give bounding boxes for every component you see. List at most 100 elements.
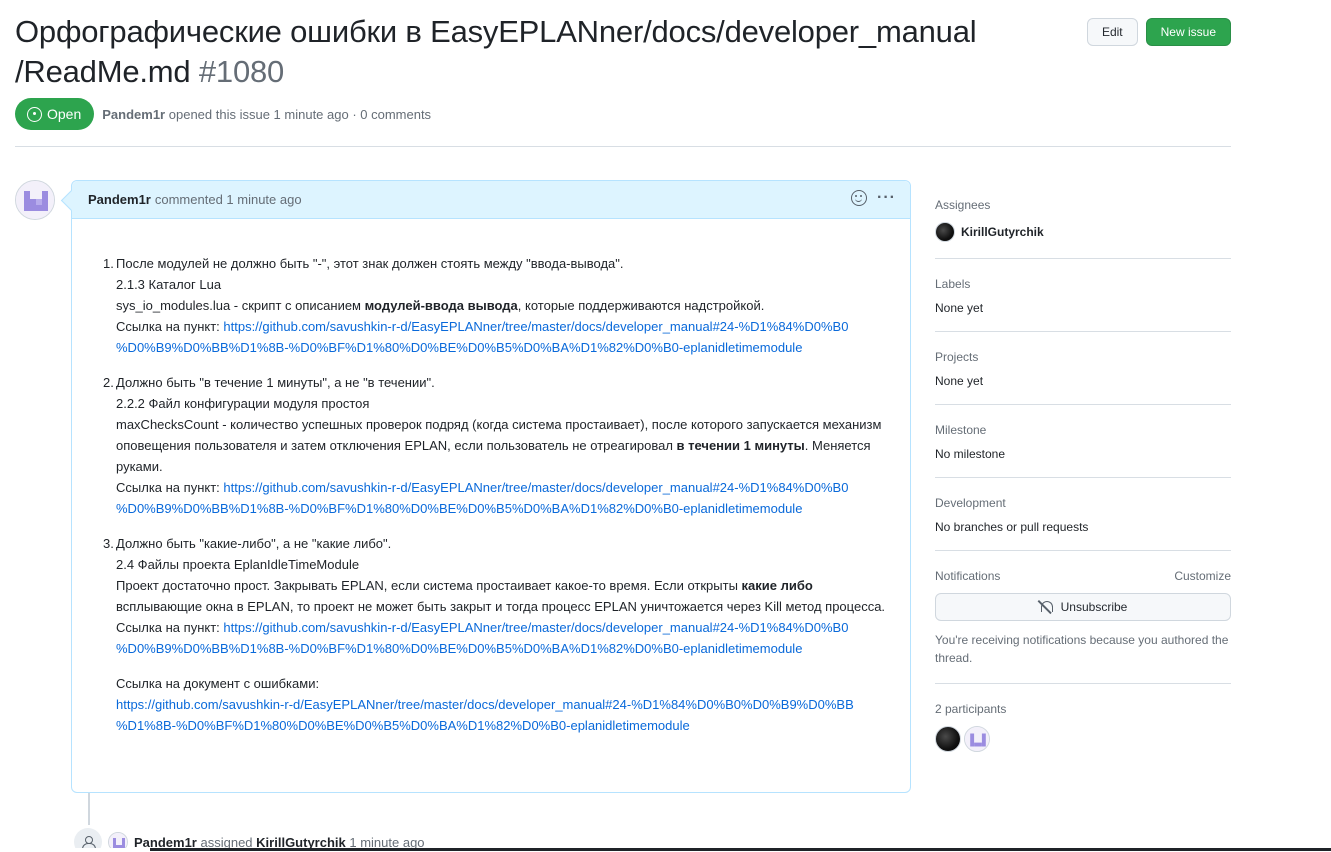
issue-opened-text: opened this issue 1 minute ago · 0 comme… [168, 106, 432, 122]
assignee-name: KirillGutyrchik [961, 225, 1044, 239]
list-item-link-row: Ссылка на пункт: https://github.com/savu… [116, 617, 894, 659]
comment-author-link[interactable]: Pandem1r [88, 192, 151, 207]
link-line-2: %D0%B9%D0%BB%D1%8B-%D0%BF%D1%80%D0%BE%D0… [116, 340, 803, 355]
unsubscribe-button[interactable]: Unsubscribe [935, 593, 1231, 621]
notifications-label: Notifications [935, 569, 1001, 583]
sidebar-heading: Notifications Customize [935, 569, 1231, 583]
issue-title: Орфографические ошибки в EasyEPLANner/do… [15, 12, 1075, 92]
sidebar-notifications: Notifications Customize Unsubscribe You'r… [935, 551, 1231, 684]
status-badge: Open [15, 98, 95, 130]
add-reaction-smiley-icon[interactable] [851, 190, 868, 206]
issue-meta-text: Pandem1r opened this issue 1 minute ago … [102, 107, 431, 122]
issue-author-link[interactable]: Pandem1r [102, 107, 165, 122]
comment-actions: ··· [851, 190, 896, 206]
document-link-label: Ссылка на документ с ошибками: [116, 676, 320, 691]
new-issue-button[interactable]: New issue [1145, 18, 1231, 46]
section-link[interactable]: https://github.com/savushkin-r-d/EasyEPL… [116, 620, 848, 656]
avatar[interactable] [15, 180, 55, 220]
error-list: 1. После модулей не должно быть "-", это… [103, 253, 894, 659]
edit-button[interactable]: Edit [1086, 18, 1138, 46]
comment-body: 1. После модулей не должно быть "-", это… [72, 219, 910, 736]
section-link[interactable]: https://github.com/savushkin-r-d/EasyEPL… [116, 319, 848, 355]
document-link[interactable]: https://github.com/savushkin-r-d/EasyEPL… [116, 697, 854, 733]
participants-list [935, 726, 1231, 752]
sidebar-projects: Projects None yet [935, 332, 1231, 405]
link-line-1: https://github.com/savushkin-r-d/EasyEPL… [223, 480, 849, 495]
sidebar-heading[interactable]: Projects [935, 350, 1231, 364]
link-label: Ссылка на пункт: [116, 480, 224, 495]
issue-comment: Pandem1r commented 1 minute ago ··· 1. П… [71, 180, 911, 793]
link-line-2: %D0%B9%D0%BB%D1%8B-%D0%BF%D1%80%D0%BE%D0… [116, 641, 803, 656]
timeline-connector [88, 793, 90, 825]
sidebar-heading[interactable]: Development [935, 496, 1231, 510]
list-item-number: 3. [103, 536, 114, 551]
error-highlight: модулей-ввода вывода [364, 298, 518, 313]
sidebar-heading[interactable]: Labels [935, 277, 1231, 291]
header-divider [15, 146, 1231, 147]
list-item-title: Должно быть "какие-либо", а не "какие ли… [116, 536, 392, 551]
section-link[interactable]: https://github.com/savushkin-r-d/EasyEPL… [116, 480, 848, 516]
sidebar-participants: 2 participants [935, 684, 1231, 768]
list-item-section: 2.2.2 Файл конфигурации модуля простоя [116, 396, 370, 411]
error-highlight: в течении 1 минуты [676, 438, 805, 453]
assignee-item[interactable]: KirillGutyrchik [935, 222, 1231, 242]
comment-header: Pandem1r commented 1 minute ago ··· [72, 181, 910, 219]
kebab-menu-icon[interactable]: ··· [877, 190, 896, 206]
error-highlight: какие либо [741, 578, 813, 593]
sidebar-assignees: Assignees KirillGutyrchik [935, 180, 1231, 259]
notifications-note: You're receiving notifications because y… [935, 633, 1229, 665]
text-before: Проект достаточно прост. Закрывать EPLAN… [116, 578, 742, 593]
sidebar-heading[interactable]: Assignees [935, 198, 1231, 212]
list-item-number: 1. [103, 256, 114, 271]
list-item-text: Проект достаточно прост. Закрывать EPLAN… [116, 575, 894, 617]
issue-opened-icon [27, 106, 42, 122]
issue-title-text: Орфографические ошибки в EasyEPLANner/do… [15, 14, 977, 89]
text-after: , которые поддерживаются надстройкой. [517, 298, 765, 313]
list-item-link-row: Ссылка на пункт: https://github.com/savu… [116, 316, 894, 358]
sidebar-milestone: Milestone No milestone [935, 405, 1231, 478]
sidebar-value: None yet [935, 301, 984, 315]
list-item-title: Должно быть "в течение 1 минуты", а не "… [116, 375, 435, 390]
link-line-2: %D0%B9%D0%BB%D1%8B-%D0%BF%D1%80%D0%BE%D0… [116, 501, 803, 516]
link-label: Ссылка на пункт: [116, 620, 224, 635]
avatar[interactable] [935, 726, 961, 752]
list-item-link-row: Ссылка на пункт: https://github.com/savu… [116, 477, 894, 519]
customize-link[interactable]: Customize [1174, 569, 1231, 583]
list-item-number: 2. [103, 375, 114, 390]
issue-number: #1080 [198, 54, 285, 89]
text-before: sys_io_modules.lua - скрипт с описанием [116, 298, 365, 313]
issue-meta: Open Pandem1r opened this issue 1 minute… [15, 98, 431, 130]
document-link-block: Ссылка на документ с ошибками: https://g… [116, 673, 894, 736]
list-item: 3. Должно быть "какие-либо", а не "какие… [103, 533, 894, 659]
doc-link-line-1: https://github.com/savushkin-r-d/EasyEPL… [116, 697, 854, 712]
status-label: Open [47, 106, 82, 122]
avatar[interactable] [964, 726, 990, 752]
sidebar-development: Development No branches or pull requests [935, 478, 1231, 551]
list-item-section: 2.1.3 Каталог Lua [116, 277, 222, 292]
header-actions: Edit New issue [1086, 18, 1231, 46]
sidebar-labels: Labels None yet [935, 259, 1231, 332]
issue-sidebar: Assignees KirillGutyrchik Labels None ye… [935, 180, 1231, 768]
link-label: Ссылка на пункт: [116, 319, 224, 334]
sidebar-value: No branches or pull requests [935, 520, 1089, 534]
sidebar-value: No milestone [935, 447, 1006, 461]
sidebar-value: None yet [935, 374, 984, 388]
identicon-avatar-icon [965, 727, 989, 751]
bottom-edge [0, 848, 1331, 852]
sidebar-heading[interactable]: Milestone [935, 423, 1231, 437]
text-after: всплывающие окна в EPLAN, то проект не м… [116, 599, 886, 614]
unsubscribe-label: Unsubscribe [1060, 600, 1128, 614]
list-item-text: maxChecksCount - количество успешных про… [116, 414, 894, 477]
link-line-1: https://github.com/savushkin-r-d/EasyEPL… [223, 319, 849, 334]
list-item: 1. После модулей не должно быть "-", это… [103, 253, 894, 358]
person-icon [82, 836, 96, 850]
identicon-avatar-icon [16, 181, 54, 219]
bell-slash-icon [1039, 600, 1053, 614]
avatar [935, 222, 955, 242]
list-item-title: После модулей не должно быть "-", этот з… [116, 256, 624, 271]
list-item-section: 2.4 Файлы проекта EplanIdleTimeModule [116, 557, 360, 572]
list-item-text: sys_io_modules.lua - скрипт с описанием … [116, 295, 894, 316]
comment-timestamp[interactable]: commented 1 minute ago [155, 192, 302, 207]
doc-link-line-2: %D1%8B-%D0%BF%D1%80%D0%BE%D0%B5%D0%BA%D1… [116, 718, 690, 733]
sidebar-heading: 2 participants [935, 702, 1007, 716]
